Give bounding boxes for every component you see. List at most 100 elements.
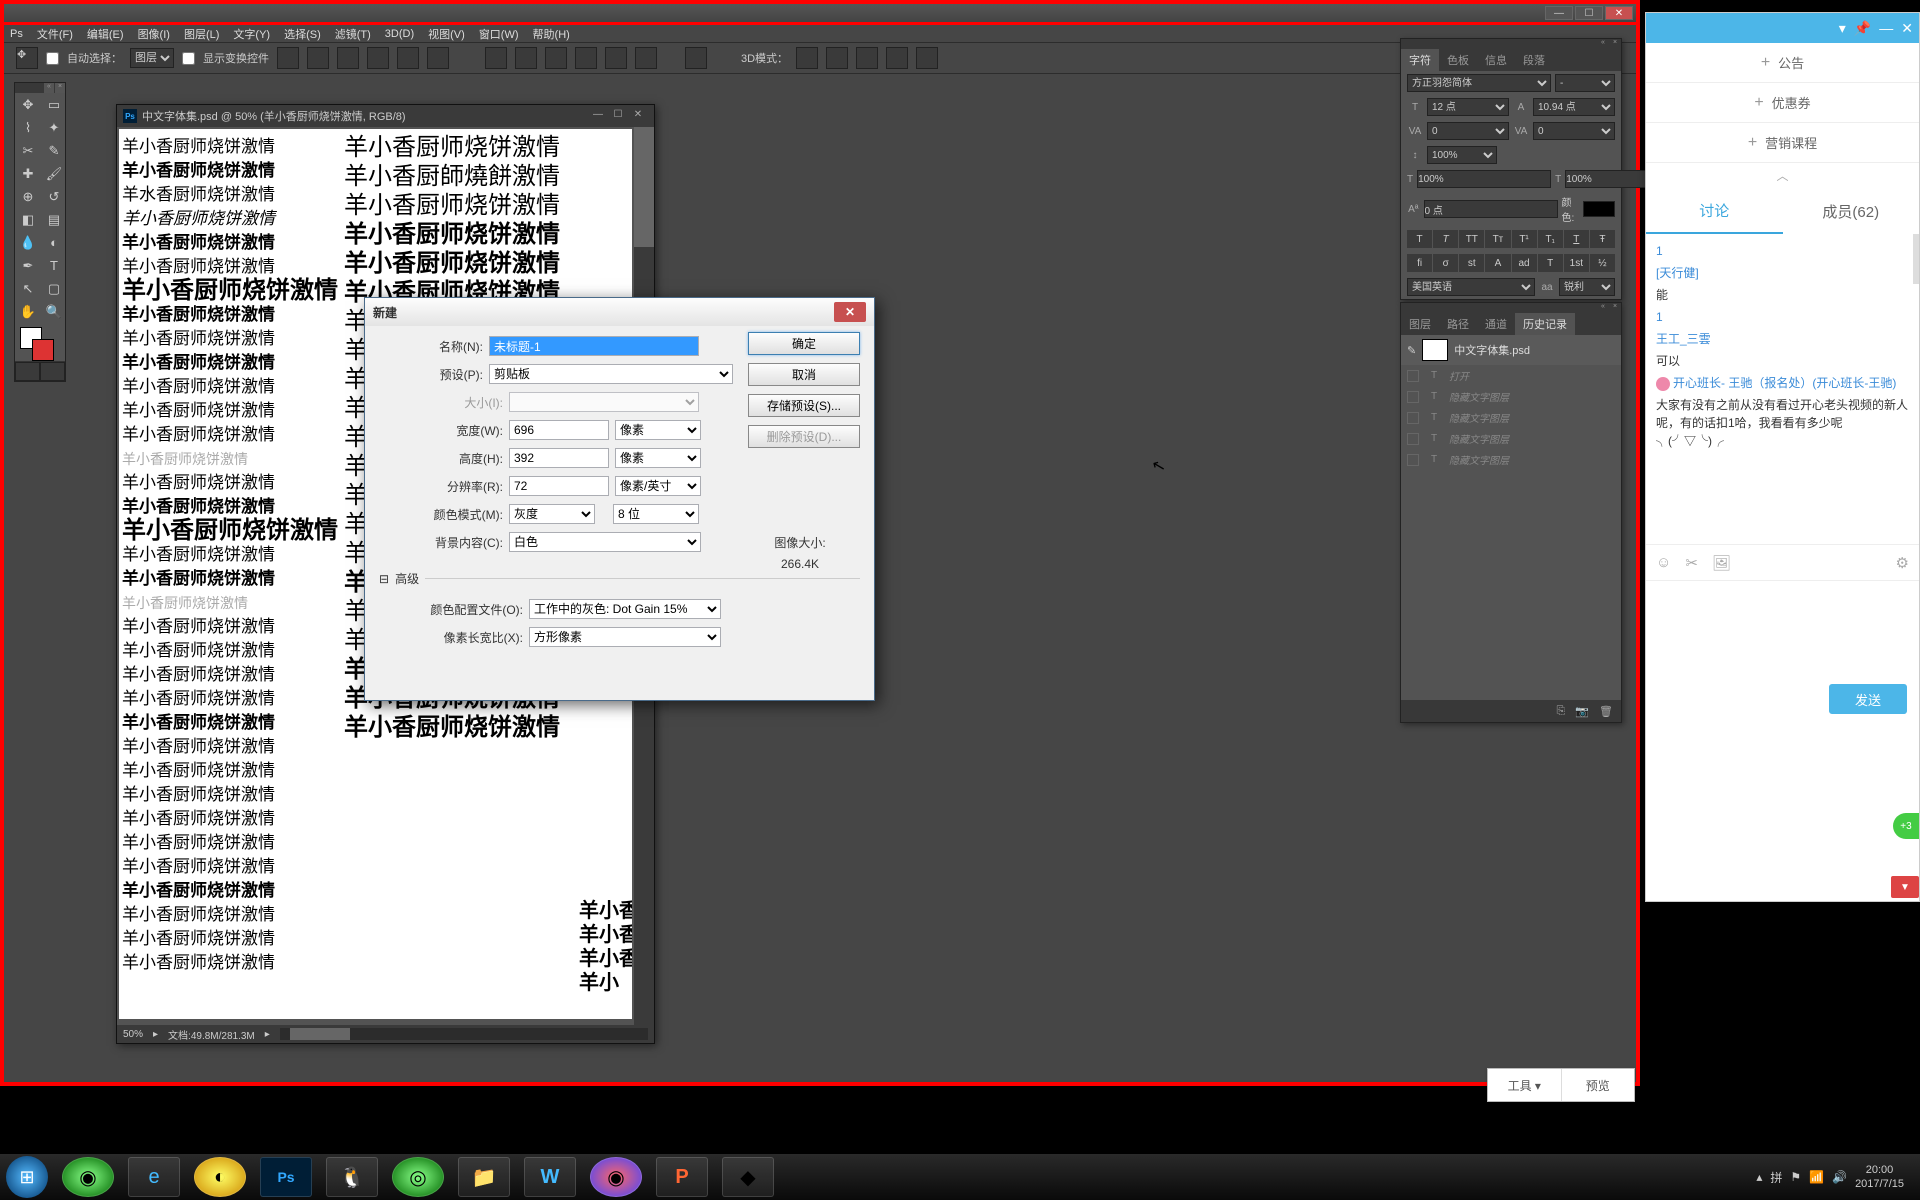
- tray-net-icon[interactable]: 📶: [1809, 1170, 1824, 1184]
- hscale-input[interactable]: [1417, 170, 1551, 188]
- tray-clock[interactable]: 20:00 2017/7/15: [1855, 1163, 1904, 1191]
- maximize-button[interactable]: ☐: [1575, 6, 1603, 20]
- close-icon[interactable]: ✕: [1901, 20, 1913, 37]
- chat-user[interactable]: [天行健]: [1656, 266, 1699, 280]
- bit-depth-select[interactable]: 8 位: [613, 504, 699, 524]
- taskbar-ppt[interactable]: P: [656, 1157, 708, 1197]
- blur-tool-icon[interactable]: 💧: [15, 231, 41, 254]
- taskbar-app[interactable]: ◉: [62, 1157, 114, 1197]
- chat-user[interactable]: 开心班长- 王驰（报名处）(开心班长-王驰): [1673, 376, 1896, 390]
- history-checkbox[interactable]: [1407, 370, 1419, 382]
- tab-paths[interactable]: 路径: [1439, 313, 1477, 335]
- 3d-icon[interactable]: [826, 47, 848, 69]
- width-unit-select[interactable]: 像素: [615, 420, 701, 440]
- panel-collapse-icon[interactable]: «: [1597, 303, 1609, 313]
- history-row[interactable]: T隐藏文字图层: [1401, 386, 1621, 407]
- emoji-icon[interactable]: ☺: [1656, 554, 1671, 571]
- tab-channels[interactable]: 通道: [1477, 313, 1515, 335]
- transform-controls-checkbox[interactable]: [182, 52, 195, 65]
- auto-select-checkbox[interactable]: [46, 52, 59, 65]
- taskbar-explorer[interactable]: 📁: [458, 1157, 510, 1197]
- panel-close-icon[interactable]: ×: [1609, 39, 1621, 49]
- trash-icon[interactable]: 🗑: [1599, 705, 1613, 718]
- chevron-up-icon[interactable]: ︿: [1646, 163, 1919, 188]
- heal-tool-icon[interactable]: ✚: [15, 162, 41, 185]
- doc-minimize-icon[interactable]: —: [588, 109, 608, 123]
- menu-file[interactable]: 文件(F): [37, 26, 73, 42]
- dialog-titlebar[interactable]: 新建 ✕: [365, 298, 874, 326]
- 3d-icon[interactable]: [856, 47, 878, 69]
- chevron-down-icon[interactable]: ▾: [1839, 20, 1846, 37]
- tab-members[interactable]: 成员(62): [1783, 188, 1920, 234]
- document-titlebar[interactable]: Ps 中文字体集.psd @ 50% (羊小香厨师烧饼激情, RGB/8) — …: [117, 105, 654, 127]
- history-checkbox[interactable]: [1407, 433, 1419, 445]
- advanced-label[interactable]: 高级: [395, 570, 419, 587]
- camera-icon[interactable]: 📷: [1575, 705, 1589, 718]
- auto-select-dropdown[interactable]: 图层: [130, 48, 174, 68]
- distribute-icon[interactable]: [545, 47, 567, 69]
- antialiasing-select[interactable]: 锐利: [1559, 278, 1615, 296]
- history-checkbox[interactable]: [1407, 391, 1419, 403]
- tab-swatches[interactable]: 色板: [1439, 49, 1477, 71]
- tray-ime-icon[interactable]: 拼: [1770, 1169, 1782, 1186]
- 3d-icon[interactable]: [796, 47, 818, 69]
- tab-character[interactable]: 字符: [1401, 49, 1439, 71]
- opentype-button[interactable]: σ: [1433, 254, 1458, 272]
- taskbar-qq[interactable]: 🐧: [326, 1157, 378, 1197]
- doc-close-icon[interactable]: ✕: [628, 109, 648, 123]
- chat-user[interactable]: 1: [1656, 244, 1663, 258]
- opentype-button[interactable]: ½: [1590, 254, 1615, 272]
- menu-image[interactable]: 图像(I): [138, 26, 170, 42]
- kerning-select[interactable]: 0: [1427, 122, 1509, 140]
- menu-edit[interactable]: 编辑(E): [87, 26, 124, 42]
- advanced-toggle-icon[interactable]: ⊟: [379, 572, 389, 586]
- background-select[interactable]: 白色: [509, 532, 701, 552]
- 3d-icon[interactable]: [886, 47, 908, 69]
- opentype-button[interactable]: st: [1459, 254, 1484, 272]
- tab-layers[interactable]: 图层: [1401, 313, 1439, 335]
- menu-type[interactable]: 文字(Y): [233, 26, 270, 42]
- align-icon[interactable]: [427, 47, 449, 69]
- tab-paragraph[interactable]: 段落: [1515, 49, 1553, 71]
- italic-button[interactable]: T: [1433, 230, 1458, 248]
- distribute-icon[interactable]: [635, 47, 657, 69]
- taskbar-app[interactable]: ◆: [722, 1157, 774, 1197]
- menu-select[interactable]: 选择(S): [284, 26, 321, 42]
- align-icon[interactable]: [397, 47, 419, 69]
- tools-dropdown[interactable]: 工具 ▾: [1488, 1069, 1562, 1101]
- nav-announce[interactable]: +公告: [1646, 43, 1919, 83]
- history-checkbox[interactable]: [1407, 454, 1419, 466]
- menu-help[interactable]: 帮助(H): [533, 26, 570, 42]
- horizontal-scrollbar[interactable]: [280, 1028, 648, 1040]
- gradient-tool-icon[interactable]: ▤: [41, 208, 67, 231]
- history-brush-icon[interactable]: ↺: [41, 185, 67, 208]
- resolution-input[interactable]: [509, 476, 609, 496]
- opentype-button[interactable]: T: [1538, 254, 1563, 272]
- underline-button[interactable]: T: [1564, 230, 1589, 248]
- marquee-tool-icon[interactable]: ▭: [41, 93, 67, 116]
- send-button[interactable]: 发送: [1829, 684, 1907, 714]
- dodge-tool-icon[interactable]: ◐: [41, 231, 67, 254]
- scroll-thumb[interactable]: [1913, 234, 1919, 284]
- pen-tool-icon[interactable]: ✒: [15, 254, 41, 277]
- close-button[interactable]: ✕: [1605, 6, 1633, 20]
- strike-button[interactable]: Ŧ: [1590, 230, 1615, 248]
- panel-collapse-icon[interactable]: «: [44, 83, 54, 93]
- doc-maximize-icon[interactable]: ☐: [608, 109, 628, 123]
- font-style-select[interactable]: -: [1555, 74, 1615, 92]
- arrange-icon[interactable]: [685, 47, 707, 69]
- menu-3d[interactable]: 3D(D): [385, 28, 414, 40]
- language-select[interactable]: 美国英语: [1407, 278, 1535, 296]
- dialog-close-button[interactable]: ✕: [834, 302, 866, 322]
- zoom-level[interactable]: 50%: [123, 1029, 143, 1040]
- tab-discuss[interactable]: 讨论: [1646, 188, 1783, 234]
- distribute-icon[interactable]: [575, 47, 597, 69]
- font-size-select[interactable]: 12 点: [1427, 98, 1509, 116]
- preview-button[interactable]: 预览: [1562, 1069, 1635, 1101]
- taskbar-wps[interactable]: W: [524, 1157, 576, 1197]
- dropdown-badge[interactable]: ▼: [1891, 876, 1919, 898]
- tracking-select[interactable]: 0: [1533, 122, 1615, 140]
- text-color-swatch[interactable]: [1583, 201, 1615, 217]
- menu-layer[interactable]: 图层(L): [184, 26, 219, 42]
- shape-tool-icon[interactable]: ▢: [41, 277, 67, 300]
